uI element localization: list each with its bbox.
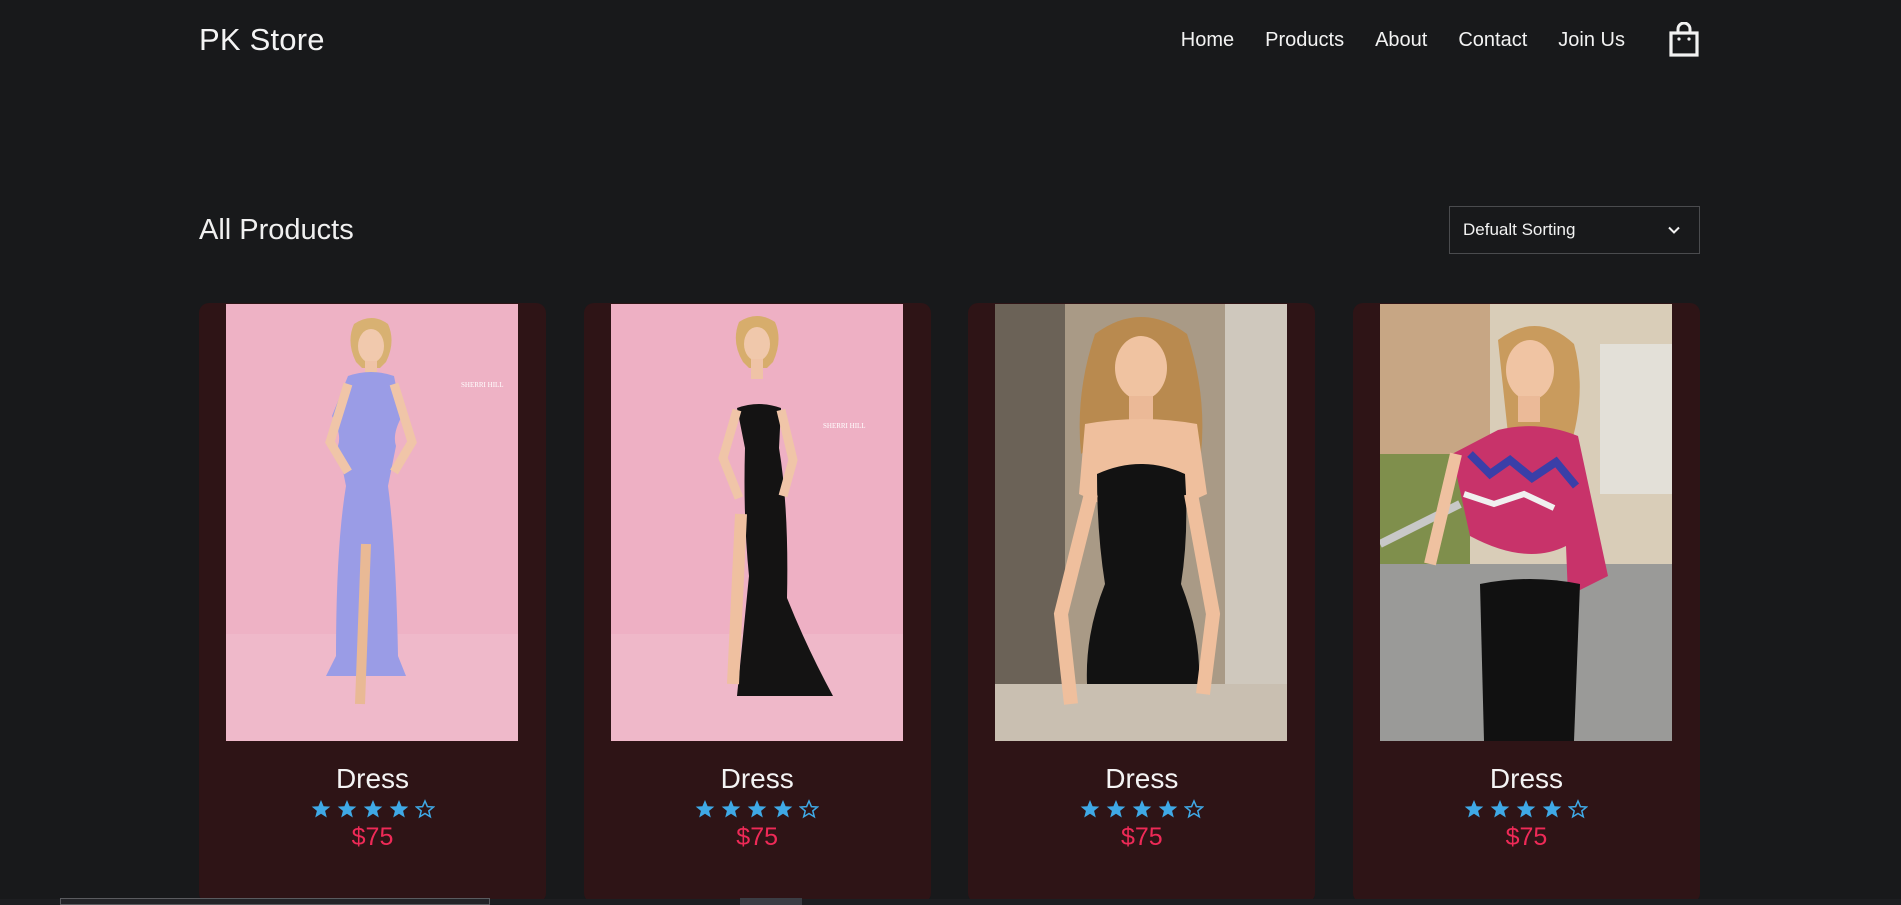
product-card[interactable]: SHERRI HILL Dress $75 — [199, 303, 546, 903]
product-price: $75 — [736, 823, 779, 851]
star-filled-icon — [1542, 799, 1562, 819]
page-title: All Products — [199, 213, 354, 246]
product-card[interactable]: SHERRI HILL Dress $75 — [583, 303, 931, 903]
star-rating — [695, 798, 820, 820]
sort-selected-label: Defualt Sorting — [1463, 220, 1576, 239]
status-bar-overlay — [60, 898, 490, 905]
nav-join-us-link[interactable]: Join Us — [1558, 29, 1625, 52]
star-empty-icon — [799, 799, 820, 819]
horizontal-scrollbar-thumb[interactable] — [740, 898, 802, 905]
product-price: $75 — [1120, 823, 1163, 851]
product-image[interactable] — [995, 304, 1288, 741]
product-grid: SHERRI HILL Dress $75 SHERRI HILL Dress … — [199, 303, 1700, 903]
star-filled-icon — [1464, 799, 1484, 819]
star-rating — [1080, 798, 1204, 820]
product-price: $75 — [351, 823, 394, 851]
store-logo[interactable]: PK Store — [199, 22, 325, 58]
svg-text:SHERRI HILL: SHERRI HILL — [823, 422, 866, 430]
star-filled-icon — [773, 799, 793, 819]
product-name: Dress — [335, 763, 410, 794]
star-filled-icon — [747, 799, 767, 819]
star-filled-icon — [1132, 799, 1152, 819]
shopping-bag-icon[interactable] — [1668, 22, 1700, 58]
product-name: Dress — [1105, 763, 1179, 794]
star-filled-icon — [1106, 799, 1126, 819]
nav-contact-link[interactable]: Contact — [1458, 29, 1527, 52]
sort-dropdown[interactable]: Defualt Sorting — [1449, 206, 1700, 254]
svg-text:SHERRI HILL: SHERRI HILL — [461, 381, 504, 389]
star-filled-icon — [1516, 799, 1536, 819]
star-filled-icon — [1080, 799, 1100, 819]
star-empty-icon — [414, 799, 435, 819]
nav-products-link[interactable]: Products — [1265, 29, 1344, 52]
star-filled-icon — [311, 799, 331, 819]
star-rating — [311, 798, 435, 820]
product-info: Dress $75 — [584, 763, 931, 851]
product-info: Dress $75 — [1353, 763, 1700, 851]
star-filled-icon — [695, 799, 715, 819]
product-image[interactable]: SHERRI HILL — [610, 304, 903, 741]
product-card[interactable]: Dress $75 — [968, 303, 1316, 903]
site-header: PK Store Home Products About Contact Joi… — [199, 0, 1700, 80]
star-rating — [1464, 798, 1589, 820]
star-filled-icon — [389, 799, 409, 819]
star-filled-icon — [337, 799, 357, 819]
nav-home-link[interactable]: Home — [1181, 29, 1234, 52]
nav-about-link[interactable]: About — [1375, 29, 1427, 52]
product-price: $75 — [1505, 823, 1548, 851]
star-filled-icon — [363, 799, 383, 819]
product-info: Dress $75 — [199, 763, 546, 851]
star-filled-icon — [1158, 799, 1178, 819]
product-image[interactable]: SHERRI HILL — [226, 304, 518, 741]
star-filled-icon — [721, 799, 741, 819]
main-nav: Home Products About Contact Join Us — [1181, 22, 1700, 58]
product-name: Dress — [1489, 763, 1564, 794]
product-image[interactable] — [1379, 304, 1672, 741]
product-name: Dress — [720, 763, 794, 794]
star-filled-icon — [1490, 799, 1510, 819]
star-empty-icon — [1568, 799, 1589, 819]
page: PK Store Home Products About Contact Joi… — [0, 0, 1901, 905]
product-card[interactable]: Dress $75 — [1352, 303, 1700, 903]
chevron-down-icon — [1667, 223, 1681, 237]
star-empty-icon — [1183, 799, 1204, 819]
product-info: Dress $75 — [968, 763, 1315, 851]
products-title-row: All Products Defualt Sorting — [199, 206, 1700, 254]
